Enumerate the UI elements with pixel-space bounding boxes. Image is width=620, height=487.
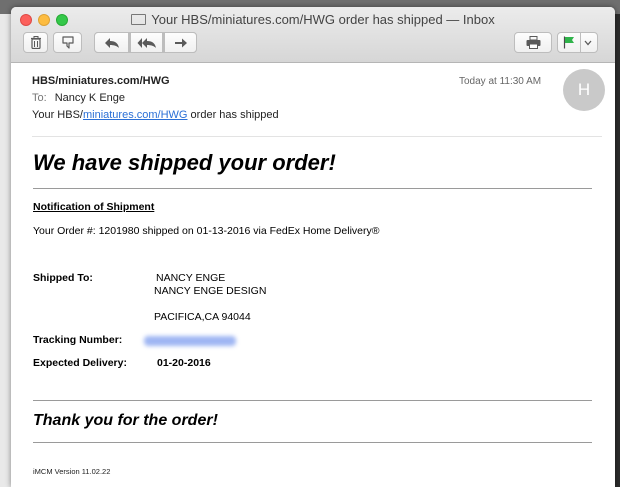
title-bar: Your HBS/miniatures.com/HWG order has sh…	[11, 7, 615, 63]
tracking-number-redacted[interactable]	[144, 336, 236, 346]
email-headline: We have shipped your order!	[33, 150, 336, 175]
subject-prefix: Your HBS/	[32, 109, 83, 121]
print-icon	[526, 36, 540, 49]
recipient-name: Nancy K Enge	[54, 92, 126, 104]
flag-icon	[563, 36, 574, 49]
subject-link[interactable]: miniatures.com/HWG	[83, 109, 188, 121]
thanks-message: Thank you for the order!	[33, 412, 218, 429]
message-date: Today at 11:30 AM	[459, 76, 542, 87]
window-title: Your HBS/miniatures.com/HWG order has sh…	[11, 12, 615, 27]
mail-window: Your HBS/miniatures.com/HWG order has sh…	[11, 7, 615, 487]
avatar: H	[563, 69, 605, 111]
shipped-to-city: PACIFICA,CA 94044	[154, 311, 251, 323]
header-divider	[32, 136, 602, 137]
sender-name: HBS/miniatures.com/HWG	[32, 75, 170, 87]
divider	[33, 442, 592, 443]
trash-icon	[30, 36, 41, 49]
divider	[33, 400, 592, 401]
reply-button[interactable]	[94, 32, 129, 53]
reply-all-button[interactable]	[130, 32, 163, 53]
envelope-icon	[131, 14, 147, 25]
chevron-down-icon	[584, 40, 592, 45]
message-subject: Your HBS/miniatures.com/HWG order has sh…	[32, 109, 279, 121]
expected-delivery-label: Expected Delivery:	[33, 357, 127, 369]
recipient-line: To: Nancy K Enge	[32, 92, 125, 104]
forward-button[interactable]	[164, 32, 197, 53]
print-button[interactable]	[514, 32, 552, 53]
expected-delivery-date: 01-20-2016	[157, 357, 211, 369]
divider	[33, 188, 592, 189]
tracking-label: Tracking Number:	[33, 334, 123, 346]
junk-button[interactable]	[53, 32, 82, 53]
junk-icon	[61, 36, 74, 49]
delete-button[interactable]	[23, 32, 48, 53]
version-text: iMCM Version 11.02.22	[33, 467, 111, 476]
to-label: To:	[32, 92, 47, 104]
window-title-text: Your HBS/miniatures.com/HWG order has sh…	[151, 12, 495, 27]
reply-icon	[104, 37, 119, 48]
shipped-to-label: Shipped To:	[33, 272, 93, 284]
shipped-to-company: NANCY ENGE DESIGN	[154, 285, 267, 297]
flag-button[interactable]	[557, 32, 598, 53]
shipped-to-name: NANCY ENGE	[156, 272, 226, 284]
forward-icon	[174, 38, 187, 47]
notification-title: Notification of Shipment	[33, 201, 155, 213]
reply-all-icon	[137, 37, 156, 48]
subject-suffix: order has shipped	[187, 109, 279, 121]
message-view: HBS/miniatures.com/HWG To: Nancy K Enge Y…	[11, 63, 615, 487]
order-line: Your Order #: 1201980 shipped on 01-13-2…	[33, 225, 380, 237]
